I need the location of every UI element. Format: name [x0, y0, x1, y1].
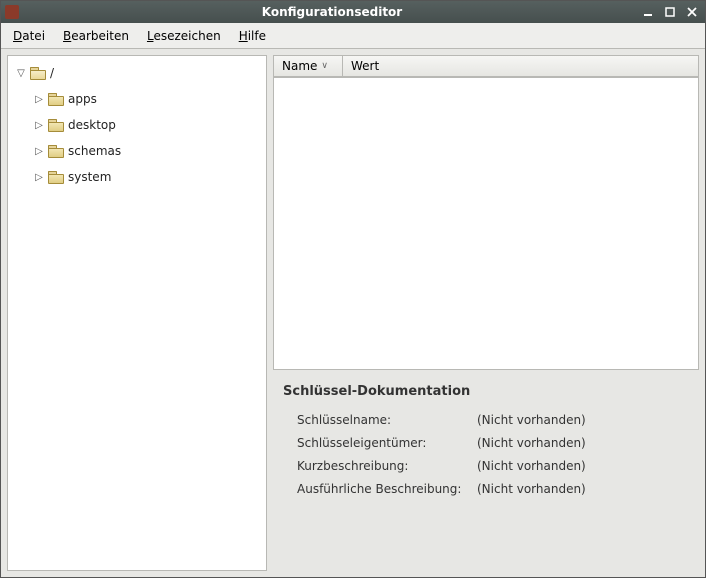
- doc-short-label: Kurzbeschreibung:: [297, 459, 477, 473]
- doc-owner-value: (Nicht vorhanden): [477, 436, 689, 450]
- content-area: ▽ / ▷ apps ▷ desktop ▷ schemas ▷: [1, 49, 705, 577]
- tree-label: schemas: [68, 144, 121, 158]
- folder-icon: [48, 145, 64, 158]
- tree-item-desktop[interactable]: ▷ desktop: [12, 112, 262, 138]
- tree-item-apps[interactable]: ▷ apps: [12, 86, 262, 112]
- window-title: Konfigurationseditor: [25, 5, 639, 19]
- titlebar[interactable]: Konfigurationseditor: [1, 1, 705, 23]
- tree-label: desktop: [68, 118, 116, 132]
- doc-owner-label: Schlüsseleigentümer:: [297, 436, 477, 450]
- doc-heading: Schlüssel-Dokumentation: [283, 384, 689, 399]
- tree-item-schemas[interactable]: ▷ schemas: [12, 138, 262, 164]
- tree-label: apps: [68, 92, 97, 106]
- expander-down-icon[interactable]: ▽: [16, 68, 26, 79]
- column-header-value[interactable]: Wert: [343, 55, 699, 76]
- minimize-icon: [643, 7, 653, 17]
- menu-bookmarks[interactable]: Lesezeichen: [139, 26, 229, 46]
- documentation-panel: Schlüssel-Dokumentation Schlüsselname: (…: [273, 376, 699, 571]
- sort-descending-icon: ∨: [321, 61, 328, 71]
- folder-icon: [48, 93, 64, 106]
- key-list-area[interactable]: [273, 77, 699, 370]
- folder-icon: [48, 119, 64, 132]
- menu-edit[interactable]: Bearbeiten: [55, 26, 137, 46]
- folder-icon: [48, 171, 64, 184]
- expander-right-icon[interactable]: ▷: [34, 120, 44, 131]
- menubar: Datei Bearbeiten Lesezeichen Hilfe: [1, 23, 705, 49]
- maximize-button[interactable]: [661, 4, 679, 20]
- menu-help[interactable]: Hilfe: [231, 26, 274, 46]
- tree-item-system[interactable]: ▷ system: [12, 164, 262, 190]
- close-button[interactable]: [683, 4, 701, 20]
- doc-key-name-value: (Nicht vorhanden): [477, 413, 689, 427]
- doc-long-value: (Nicht vorhanden): [477, 482, 689, 496]
- table-header: Name ∨ Wert: [273, 55, 699, 77]
- column-value-label: Wert: [351, 59, 379, 73]
- minimize-button[interactable]: [639, 4, 657, 20]
- expander-right-icon[interactable]: ▷: [34, 172, 44, 183]
- column-name-label: Name: [282, 59, 317, 73]
- app-window: Konfigurationseditor Datei Bearbeiten Le…: [0, 0, 706, 578]
- window-controls: [639, 4, 701, 20]
- tree-root[interactable]: ▽ /: [12, 60, 262, 86]
- expander-right-icon[interactable]: ▷: [34, 94, 44, 105]
- maximize-icon: [665, 7, 675, 17]
- close-icon: [687, 7, 697, 17]
- tree-label: system: [68, 170, 111, 184]
- column-header-name[interactable]: Name ∨: [273, 55, 343, 76]
- doc-key-name-label: Schlüsselname:: [297, 413, 477, 427]
- menu-file[interactable]: Datei: [5, 26, 53, 46]
- folder-open-icon: [30, 67, 46, 80]
- doc-grid: Schlüsselname: (Nicht vorhanden) Schlüss…: [283, 413, 689, 496]
- doc-short-value: (Nicht vorhanden): [477, 459, 689, 473]
- tree-root-label: /: [50, 66, 54, 80]
- expander-right-icon[interactable]: ▷: [34, 146, 44, 157]
- doc-long-label: Ausführliche Beschreibung:: [297, 482, 477, 496]
- tree-panel[interactable]: ▽ / ▷ apps ▷ desktop ▷ schemas ▷: [7, 55, 267, 571]
- app-icon: [5, 5, 19, 19]
- right-panel: Name ∨ Wert Schlüssel-Dokumentation Schl…: [273, 55, 699, 571]
